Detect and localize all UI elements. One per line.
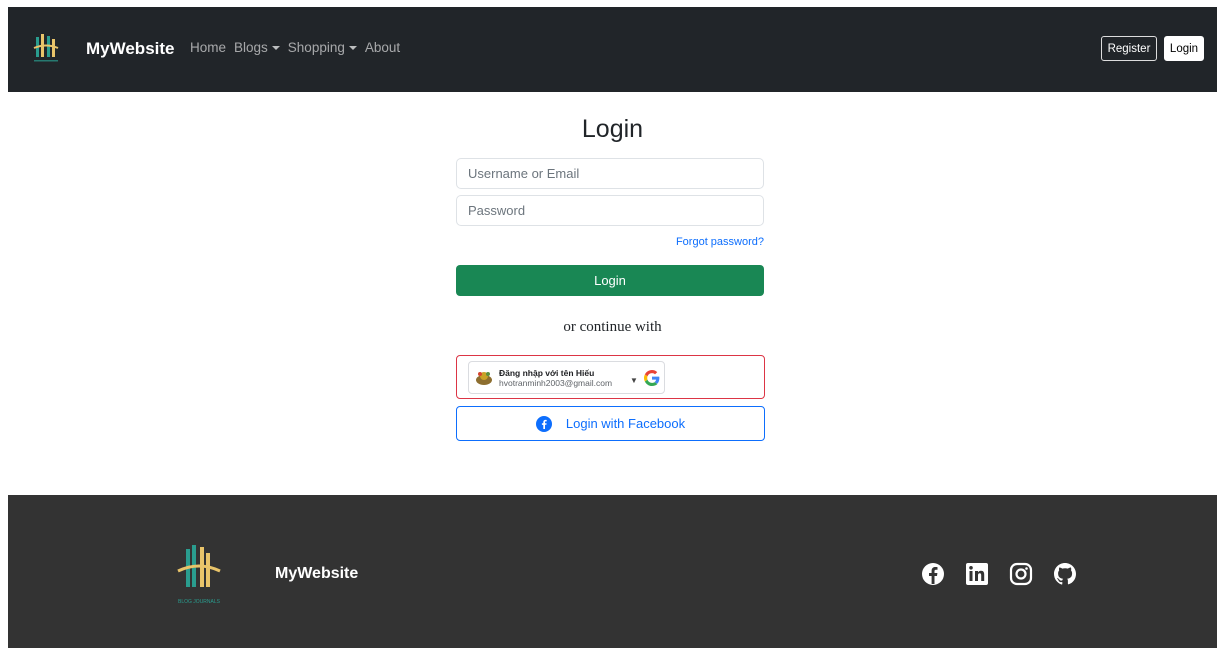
user-avatar-icon	[476, 372, 492, 385]
nav-login-button[interactable]: Login	[1164, 36, 1204, 61]
nav-link-label: About	[364, 40, 401, 55]
chevron-down-icon: ▼	[630, 376, 638, 385]
facebook-icon[interactable]	[921, 562, 945, 586]
nav-dropdown-blogs[interactable]: Blogs	[234, 40, 280, 55]
forgot-password-link[interactable]: Forgot password?	[456, 236, 764, 248]
google-account-name: Đăng nhập với tên Hiếu	[499, 368, 595, 378]
instagram-icon[interactable]	[1009, 562, 1033, 586]
nav-link-home[interactable]: Home	[190, 40, 226, 55]
username-input[interactable]: Username or Email	[456, 158, 764, 189]
footer-brand: MyWebsite	[275, 565, 359, 582]
linkedin-icon[interactable]	[965, 562, 989, 586]
nav-link-label: Blogs	[234, 40, 268, 55]
nav-link-about[interactable]: About	[365, 40, 400, 55]
footer-logo[interactable]: BLOG JOURNALS	[168, 541, 230, 607]
google-signin-container: Đăng nhập với tên Hiếu hvotranminh2003@g…	[456, 355, 765, 399]
facebook-icon	[535, 415, 552, 432]
nav-links: Home Blogs Shopping About	[190, 40, 408, 55]
nav-dropdown-shopping[interactable]: Shopping	[288, 40, 357, 55]
register-button[interactable]: Register	[1101, 36, 1157, 61]
navbar: MyWebsite Home Blogs Shopping About Regi…	[8, 7, 1217, 92]
nav-link-label: Home	[190, 40, 227, 55]
footer-logo-text: BLOG JOURNALS	[178, 599, 221, 605]
page-title: Login	[581, 115, 644, 143]
site-logo[interactable]	[30, 31, 62, 65]
footer: BLOG JOURNALS MyWebsite	[8, 495, 1217, 648]
facebook-login-label: Login with Facebook	[565, 416, 686, 431]
google-signin-button[interactable]: Đăng nhập với tên Hiếu hvotranminh2003@g…	[468, 361, 665, 394]
caret-down-icon	[271, 45, 280, 50]
continue-with-label: or continue with	[563, 319, 662, 335]
login-submit-button[interactable]: Login	[456, 265, 764, 296]
google-icon	[644, 370, 660, 386]
page: MyWebsite Home Blogs Shopping About Regi…	[8, 7, 1217, 648]
facebook-login-button[interactable]: Login with Facebook	[456, 406, 765, 441]
brand[interactable]: MyWebsite	[86, 39, 175, 59]
github-icon[interactable]	[1053, 562, 1077, 586]
nav-link-label: Shopping	[287, 40, 345, 55]
caret-down-icon	[348, 45, 357, 50]
password-input[interactable]: Password	[456, 195, 764, 226]
google-account-email: hvotranminh2003@gmail.com	[499, 378, 613, 388]
